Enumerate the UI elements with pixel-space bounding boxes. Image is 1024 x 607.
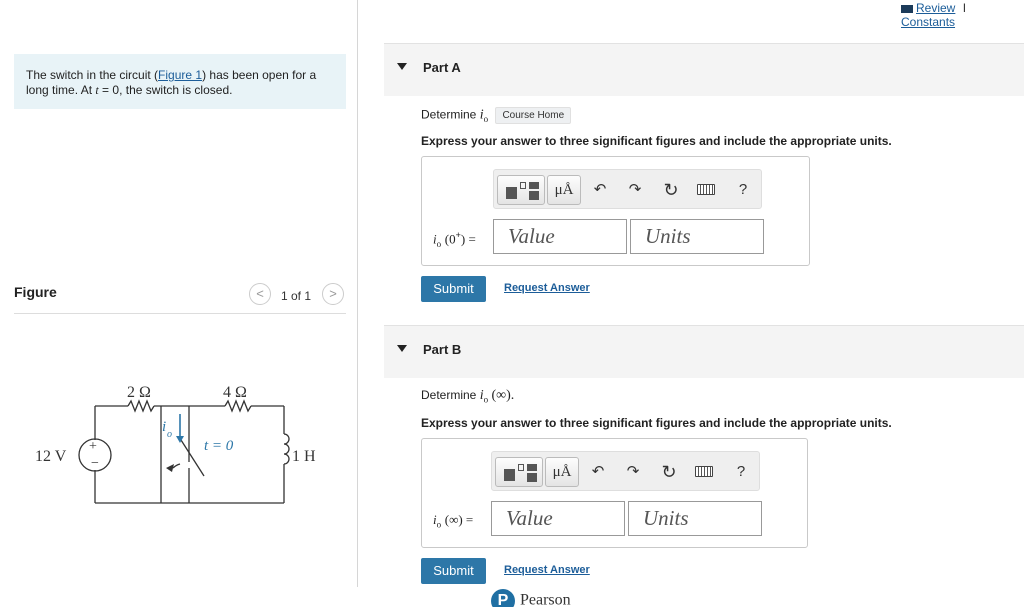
current-label: i [162,419,166,435]
part-a-submit-button[interactable]: Submit [421,276,486,302]
part-a-title: Part A [423,60,461,75]
inductor-label: 1 H [292,448,316,465]
undo-icon[interactable]: ↶ [588,462,608,482]
part-a-answer-box: μÅ ↶ ↷ ↻ ? io (0+) = Value Units [421,156,810,266]
review-link[interactable]: Review [916,1,955,15]
r1-label: 2 Ω [127,384,151,401]
figure-link[interactable]: Figure 1 [158,68,202,82]
problem-text-3: = 0, the switch is closed. [98,83,233,97]
part-b-submit-button[interactable]: Submit [421,558,486,584]
link-separator: I [962,1,967,15]
part-a-units-input[interactable]: Units [630,219,764,254]
part-b-instructions: Express your answer to three significant… [421,416,892,430]
constants-link[interactable]: Constants [901,15,955,29]
part-b-answer-label: io (∞) = [433,512,474,530]
keyboard-icon[interactable] [697,184,717,195]
templates-button[interactable] [495,457,543,487]
part-b-header[interactable]: Part B [384,325,1024,378]
r2-label: 4 Ω [223,384,247,401]
undo-icon[interactable]: ↶ [590,180,610,200]
review-icon [901,4,913,13]
part-b-title: Part B [423,342,462,357]
minus-sign: − [91,456,99,471]
part-a-prompt: Determine io Course Home [421,107,572,124]
redo-icon[interactable]: ↷ [625,180,645,200]
resistor-4ohm [224,399,252,413]
figure-title: Figure [14,284,57,300]
part-b-answer-box: μÅ ↶ ↷ ↻ ? io (∞) = Value Units [421,438,808,548]
current-subscript: o [167,429,172,440]
part-a-request-answer-link[interactable]: Request Answer [504,282,590,294]
reset-icon[interactable]: ↻ [661,180,681,200]
switch-arc [172,463,181,469]
help-icon[interactable]: ? [731,462,751,482]
math-toolbar: μÅ ↶ ↷ ↻ ? [491,451,760,491]
part-a-header[interactable]: Part A [384,43,1024,96]
part-a-answer-label: io (0+) = [433,230,476,249]
collapse-triangle-icon[interactable] [397,345,407,352]
circuit-diagram: 2 Ω 4 Ω 12 V 1 H + − t = 0 i o [35,384,316,504]
pearson-logo[interactable]: P Pearson [491,589,571,607]
part-b-request-answer-link[interactable]: Request Answer [504,564,590,576]
plus-sign: + [89,439,97,454]
source-label: 12 V [35,448,67,465]
collapse-triangle-icon[interactable] [397,63,407,70]
part-b-units-input[interactable]: Units [628,501,762,536]
part-a-value-input[interactable]: Value [493,219,627,254]
part-a-instructions: Express your answer to three significant… [421,134,892,148]
units-button[interactable]: μÅ [547,175,581,205]
column-divider [357,0,358,587]
part-b-prompt: Determine io (∞). [421,388,515,405]
math-toolbar: μÅ ↶ ↷ ↻ ? [493,169,762,209]
help-icon[interactable]: ? [733,180,753,200]
keyboard-icon[interactable] [695,466,715,477]
inductor [283,433,290,465]
course-home-button[interactable]: Course Home [495,107,572,124]
part-b-value-input[interactable]: Value [491,501,625,536]
problem-text-1: The switch in the circuit ( [26,68,159,82]
templates-button[interactable] [497,175,545,205]
pearson-p-icon: P [491,589,515,607]
redo-icon[interactable]: ↷ [623,462,643,482]
next-figure-button[interactable]: > [322,283,344,305]
figure-divider [14,313,346,314]
prev-figure-button[interactable]: < [249,283,271,305]
problem-statement: The switch in the circuit (Figure 1) has… [14,54,346,109]
reset-icon[interactable]: ↻ [659,462,679,482]
pearson-wordmark: Pearson [520,591,571,607]
top-links: Review I Constants [901,1,1024,29]
figure-pager-count: 1 of 1 [281,289,312,303]
resistor-2ohm [127,399,155,413]
switch-time-label: t = 0 [204,438,234,454]
switch [180,439,205,477]
units-button[interactable]: μÅ [545,457,579,487]
